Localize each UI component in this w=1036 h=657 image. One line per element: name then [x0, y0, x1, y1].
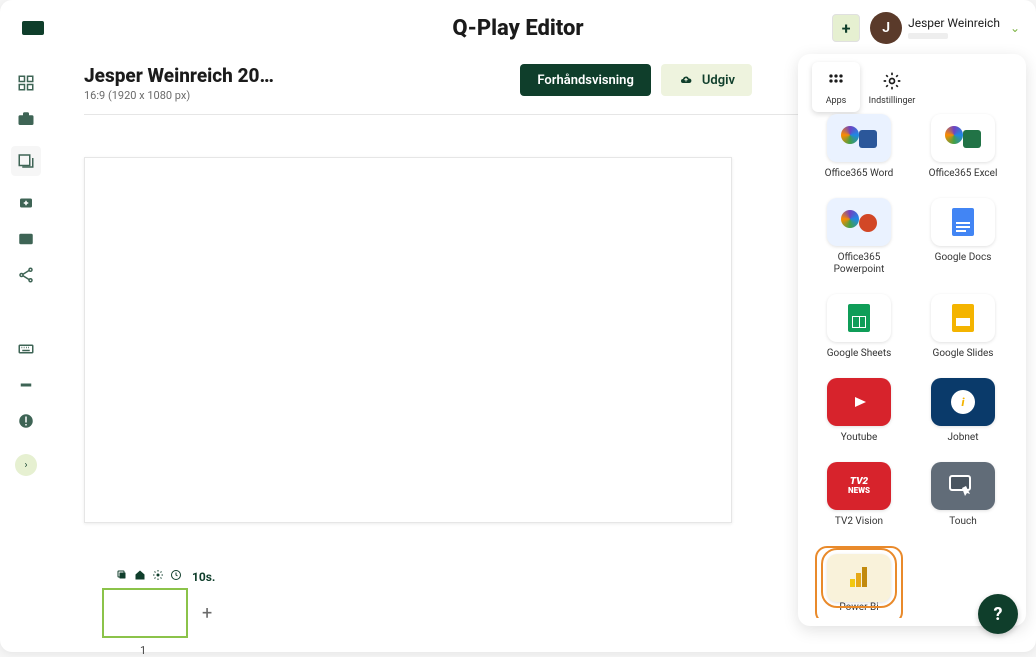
app-item-google-slides[interactable]: Google Slides	[916, 294, 1010, 360]
sidebar-item-keyboard[interactable]	[17, 340, 35, 358]
apps-panel: Apps Indstillinger Office365 WordOffice3…	[798, 54, 1026, 626]
app-item-jobnet[interactable]: i Jobnet	[916, 378, 1010, 444]
app-tile-icon: i	[931, 378, 995, 426]
slide-thumb-1[interactable]	[102, 588, 188, 638]
sidebar-item-upload[interactable]	[17, 194, 35, 212]
app-item-google-sheets[interactable]: Google Sheets	[812, 294, 906, 360]
panel-tab-apps[interactable]: Apps	[812, 62, 860, 112]
sidebar-item-share[interactable]	[17, 266, 35, 284]
copy-icon[interactable]	[116, 569, 128, 584]
app-item-google-docs[interactable]: Google Docs	[916, 198, 1010, 276]
app-item-powerbi[interactable]: Power Bi	[812, 546, 906, 618]
publish-button-label: Udgiv	[702, 73, 735, 88]
clock-icon[interactable]	[170, 569, 182, 584]
app-item-office-excel[interactable]: Office365 Excel	[916, 114, 1010, 180]
avatar: J	[870, 12, 902, 44]
app-tile-icon	[827, 378, 891, 426]
app-tile-icon: TV2NEWS	[827, 462, 891, 510]
grid-icon	[823, 68, 849, 94]
app-item-office-word[interactable]: Office365 Word	[812, 114, 906, 180]
add-slide-button[interactable]: +	[198, 599, 216, 628]
app-item-touch[interactable]: Touch	[916, 462, 1010, 528]
app-item-tv2vision[interactable]: TV2NEWS TV2 Vision	[812, 462, 906, 528]
app-label: Office365 Excel	[929, 168, 998, 180]
app-tile-icon	[931, 462, 995, 510]
apps-scroll[interactable]: Office365 Word Office365 Excel Office365 P…	[806, 110, 1020, 618]
new-button[interactable]: +	[832, 14, 860, 42]
sidebar-item-design[interactable]	[11, 146, 41, 176]
gear-icon	[879, 68, 905, 94]
app-item-office-ppt[interactable]: Office365 Powerpoint	[812, 198, 906, 276]
cloud-upload-icon	[678, 74, 694, 86]
sidebar-expand-button[interactable]: ›	[15, 454, 37, 476]
document-dimensions: 16:9 (1920 x 1080 px)	[84, 89, 274, 102]
app-tile-icon	[827, 198, 891, 246]
panel-tab-settings[interactable]: Indstillinger	[868, 62, 916, 112]
sidebar-item-minimize[interactable]	[17, 376, 35, 394]
user-menu[interactable]: J Jesper Weinreich ⌄	[870, 12, 1020, 44]
app-label: TV2 Vision	[835, 516, 883, 528]
chevron-down-icon: ⌄	[1010, 21, 1020, 35]
app-label: Touch	[949, 516, 976, 528]
panel-tab-apps-label: Apps	[826, 96, 847, 106]
app-label: Youtube	[841, 432, 878, 444]
panel-tab-settings-label: Indstillinger	[869, 96, 916, 106]
user-org-placeholder	[908, 33, 948, 39]
document-title: Jesper Weinreich 20…	[84, 64, 274, 87]
app-tile-icon	[931, 114, 995, 162]
canvas[interactable]	[84, 157, 732, 523]
app-label: Google Slides	[933, 348, 994, 360]
app-label: Office365 Powerpoint	[816, 252, 902, 276]
sidebar-item-dashboard[interactable]	[17, 74, 35, 92]
preview-button[interactable]: Forhåndsvisning	[520, 64, 650, 96]
home-icon[interactable]	[134, 569, 146, 584]
app-label: Office365 Word	[825, 168, 894, 180]
header: Q-Play Editor + J Jesper Weinreich ⌄	[0, 0, 1036, 56]
slide-number: 1	[140, 644, 1012, 657]
app-tile-icon	[827, 294, 891, 342]
slide-duration: 10s.	[192, 570, 215, 584]
app-tile-icon	[827, 554, 891, 602]
help-button[interactable]: ?	[978, 594, 1018, 634]
app-tile-icon	[827, 114, 891, 162]
user-name: Jesper Weinreich	[908, 17, 1000, 30]
app-logo	[22, 21, 44, 35]
app-item-youtube[interactable]: Youtube	[812, 378, 906, 444]
sidebar-item-assets[interactable]	[17, 110, 35, 128]
app-tile-icon	[931, 198, 995, 246]
publish-button[interactable]: Udgiv	[661, 64, 752, 96]
app-label: Power Bi	[827, 602, 891, 614]
gear-icon[interactable]	[152, 569, 164, 584]
sidebar-item-media[interactable]	[17, 230, 35, 248]
app-label: Google Docs	[935, 252, 992, 264]
app-label: Google Sheets	[827, 348, 892, 360]
sidebar-item-alert[interactable]	[17, 412, 35, 430]
app-title: Q-Play Editor	[452, 16, 583, 41]
app-tile-icon	[931, 294, 995, 342]
sidebar: ›	[0, 56, 52, 652]
app-label: Jobnet	[948, 432, 979, 444]
